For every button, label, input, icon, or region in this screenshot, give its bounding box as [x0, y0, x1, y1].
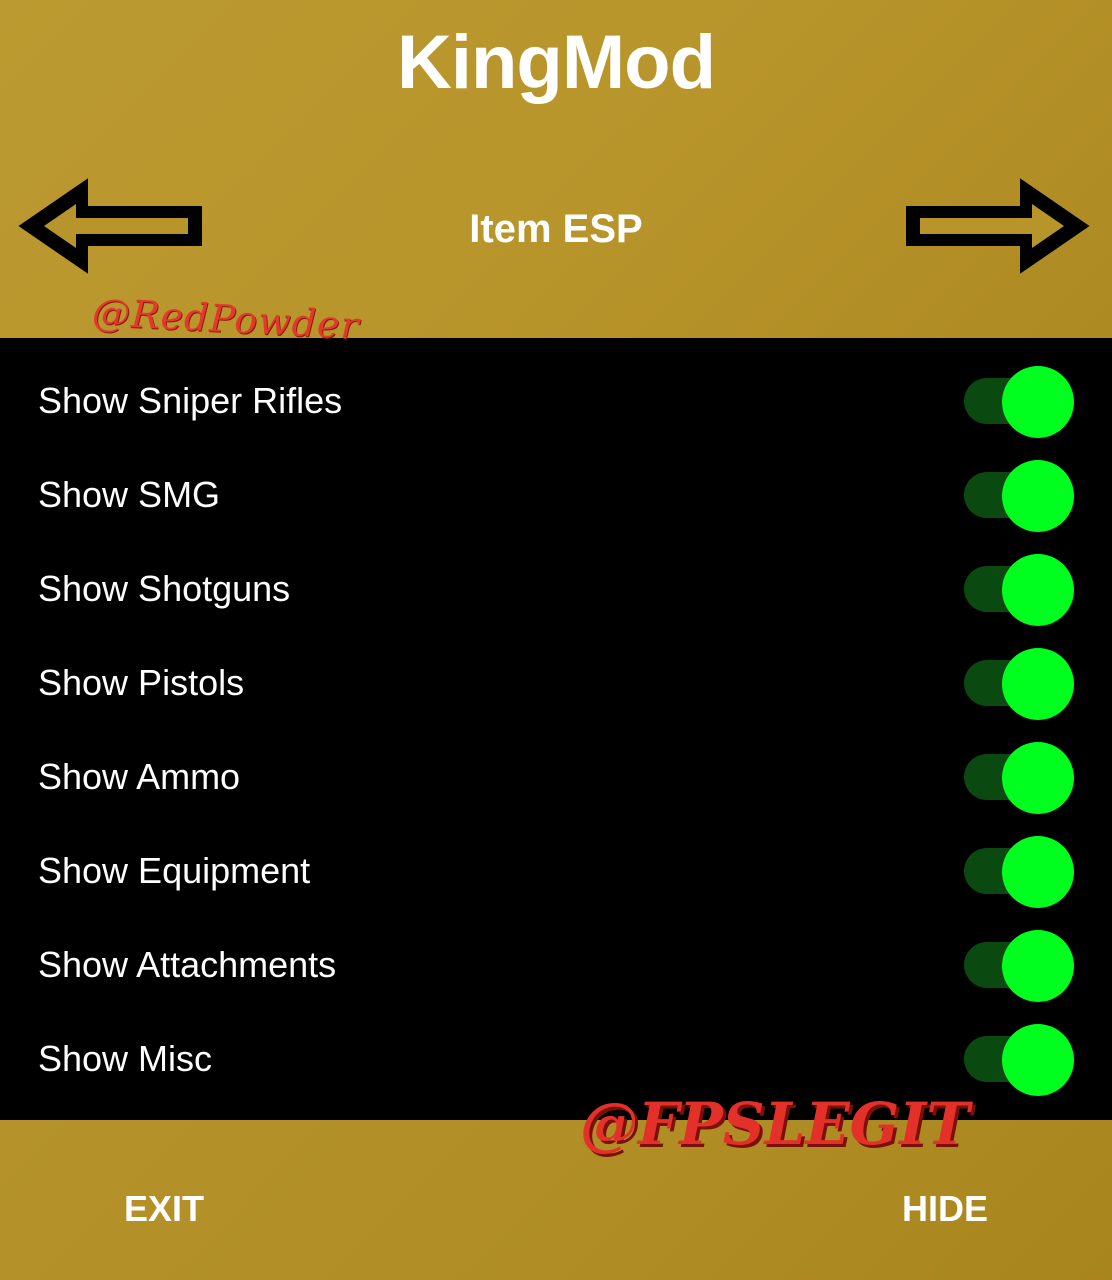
list-item: Show Equipment	[0, 824, 1112, 918]
list-item: Show Shotguns	[0, 542, 1112, 636]
list-item: Show Sniper Rifles	[0, 354, 1112, 448]
toggle-knob	[1002, 366, 1074, 438]
item-label: Show Misc	[38, 1038, 213, 1079]
show-smg-toggle[interactable]	[962, 460, 1076, 532]
show-shotguns-toggle[interactable]	[962, 554, 1076, 626]
toggle-knob	[1002, 648, 1074, 720]
list-item: Show SMG	[0, 448, 1112, 542]
item-label: Show SMG	[38, 474, 221, 515]
show-misc-toggle[interactable]	[962, 1024, 1076, 1096]
show-equipment-toggle[interactable]	[962, 836, 1076, 908]
item-label: Show Equipment	[38, 850, 311, 891]
item-label: Show Pistols	[38, 662, 245, 703]
item-esp-list: Show Sniper Rifles Show SMG Show Shotgun…	[0, 338, 1112, 1120]
arrow-right-icon	[906, 178, 1090, 274]
item-label: Show Ammo	[38, 756, 241, 797]
toggle-knob	[1002, 742, 1074, 814]
show-pistols-toggle[interactable]	[962, 648, 1076, 720]
app-title: KingMod	[396, 20, 716, 105]
show-attachments-toggle[interactable]	[962, 930, 1076, 1002]
header: KingMod Item ESP	[0, 0, 1112, 338]
toggle-knob	[1002, 1024, 1074, 1096]
toggle-knob	[1002, 836, 1074, 908]
toggle-knob	[1002, 930, 1074, 1002]
show-sniper-rifles-toggle[interactable]	[962, 366, 1076, 438]
item-label: Show Attachments	[38, 944, 337, 985]
item-label: Show Shotguns	[38, 568, 291, 609]
list-item: Show Pistols	[0, 636, 1112, 730]
show-ammo-toggle[interactable]	[962, 742, 1076, 814]
toggle-knob	[1002, 554, 1074, 626]
item-label: Show Sniper Rifles	[38, 380, 343, 421]
list-item: Show Attachments	[0, 918, 1112, 1012]
hide-button[interactable]: HIDE	[902, 1184, 988, 1234]
toggle-knob	[1002, 460, 1074, 532]
exit-button[interactable]: EXIT	[124, 1184, 204, 1234]
list-item: Show Ammo	[0, 730, 1112, 824]
next-page-button[interactable]	[902, 176, 1092, 276]
watermark-bottom: @FPSLEGIT	[580, 1090, 970, 1158]
